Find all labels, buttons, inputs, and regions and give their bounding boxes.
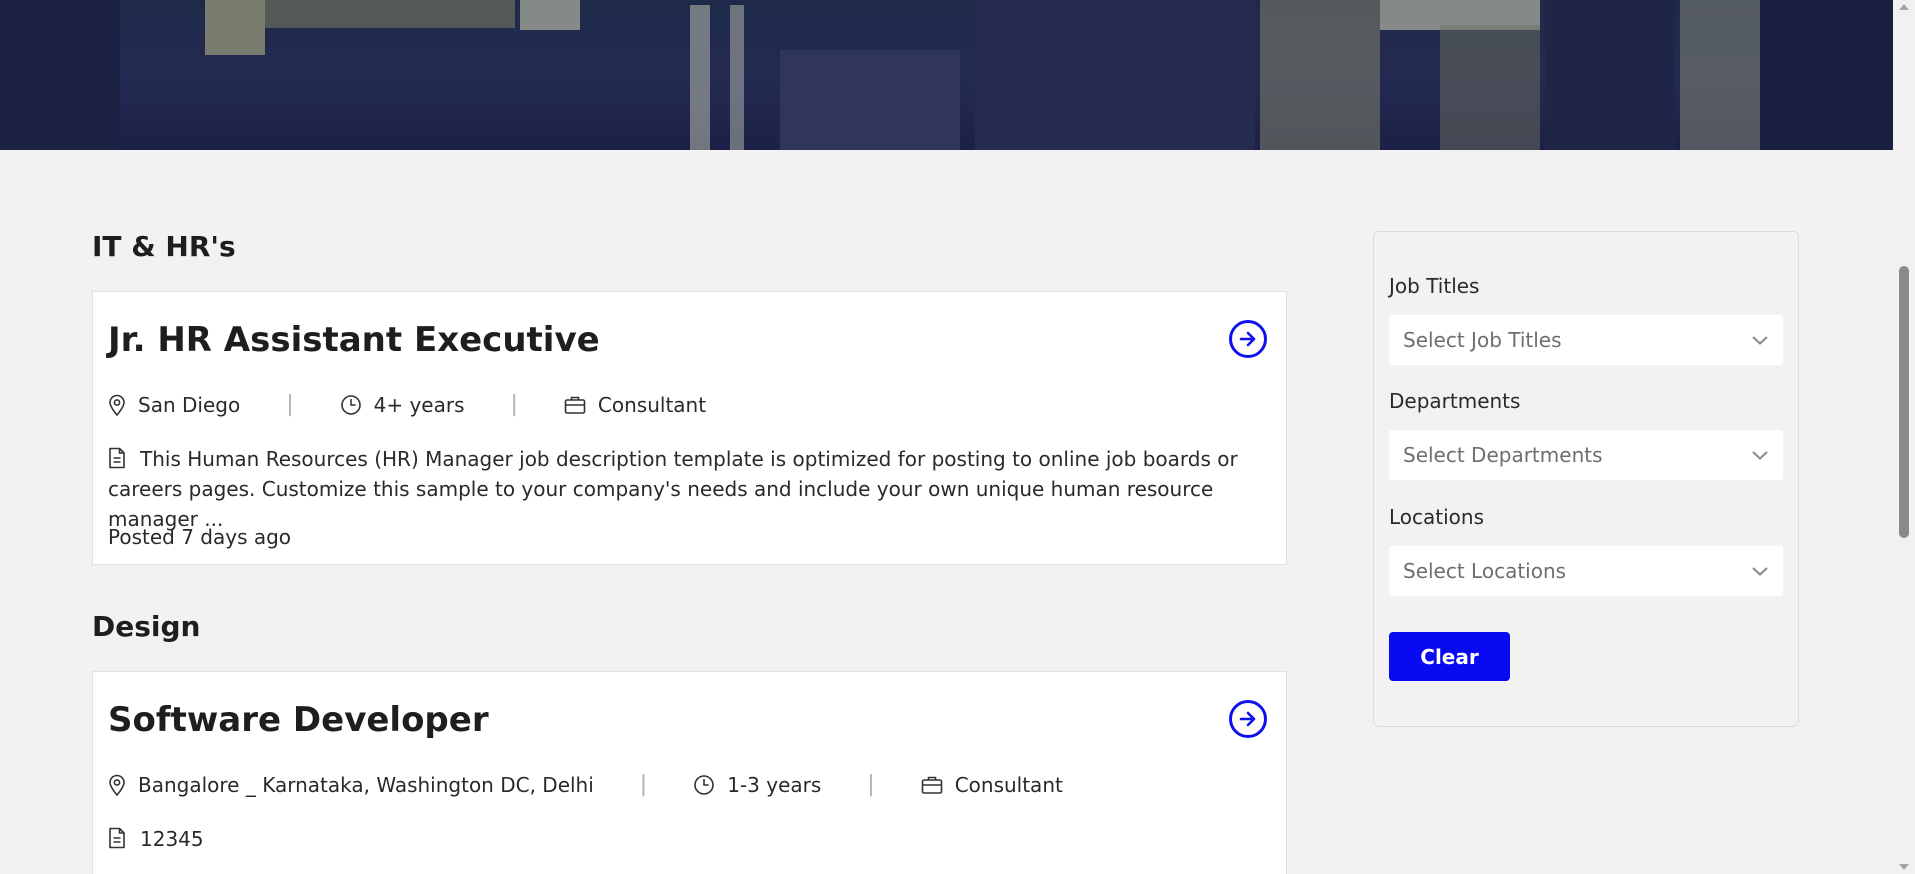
- job-titles-select[interactable]: Select Job Titles: [1389, 315, 1783, 365]
- job-experience-text: 4+ years: [373, 392, 465, 417]
- chevron-down-icon: [1752, 336, 1768, 345]
- briefcase-icon: [921, 776, 942, 794]
- job-location: San Diego: [108, 393, 240, 417]
- job-location-text: San Diego: [138, 392, 241, 417]
- job-experience: 1-3 years: [693, 773, 821, 797]
- divider: |: [639, 772, 648, 797]
- job-description: 12345: [108, 824, 1273, 854]
- scroll-down-icon[interactable]: [1899, 864, 1909, 870]
- job-description: This Human Resources (HR) Manager job de…: [108, 444, 1273, 534]
- job-type: Consultant: [564, 393, 706, 417]
- location-pin-icon: [109, 774, 125, 796]
- job-type-text: Consultant: [597, 392, 707, 417]
- filters-panel: Job Titles Select Job Titles Departments…: [1373, 231, 1799, 727]
- job-type-text: Consultant: [954, 772, 1063, 797]
- divider: |: [510, 392, 518, 417]
- job-title[interactable]: Software Developer: [108, 700, 489, 740]
- job-titles-label: Job Titles: [1389, 274, 1480, 298]
- scrollbar-thumb[interactable]: [1899, 266, 1909, 538]
- clock-icon: [340, 394, 361, 415]
- chevron-down-icon: [1752, 567, 1768, 576]
- divider: |: [286, 392, 294, 417]
- departments-label: Departments: [1389, 389, 1521, 413]
- document-icon: [109, 827, 125, 849]
- job-type: Consultant: [921, 773, 1063, 797]
- job-titles-placeholder: Select Job Titles: [1403, 328, 1562, 352]
- location-pin-icon: [109, 394, 125, 416]
- job-location-text: Bangalore _ Karnataka, Washington DC, De…: [138, 772, 594, 797]
- view-job-button[interactable]: [1229, 700, 1267, 738]
- hero-banner-image: [0, 0, 1893, 150]
- job-experience-text: 1-3 years: [727, 772, 822, 797]
- section-title: Design: [92, 610, 201, 643]
- briefcase-icon: [564, 396, 586, 414]
- job-description-text: This Human Resources (HR) Manager job de…: [108, 447, 1238, 531]
- chevron-down-icon: [1752, 451, 1768, 460]
- locations-placeholder: Select Locations: [1403, 559, 1567, 583]
- job-description-text: 12345: [140, 827, 204, 851]
- job-location: Bangalore _ Karnataka, Washington DC, De…: [108, 773, 594, 797]
- arrow-right-circle-icon: [1239, 711, 1256, 727]
- departments-select[interactable]: Select Departments: [1389, 430, 1783, 480]
- job-meta: Bangalore _ Karnataka, Washington DC, De…: [108, 772, 1063, 797]
- job-meta: San Diego | 4+ years | Consultant: [108, 392, 706, 417]
- job-card[interactable]: Jr. HR Assistant Executive San Diego | 4…: [92, 291, 1287, 565]
- job-experience: 4+ years: [340, 393, 465, 417]
- departments-placeholder: Select Departments: [1403, 443, 1603, 467]
- job-posted-date: Posted 7 days ago: [108, 525, 292, 549]
- scroll-up-icon[interactable]: [1899, 4, 1909, 10]
- clock-icon: [694, 774, 715, 795]
- job-card[interactable]: Software Developer Bangalore _ Karnataka…: [92, 671, 1287, 874]
- arrow-right-circle-icon: [1239, 331, 1256, 347]
- locations-select[interactable]: Select Locations: [1389, 546, 1783, 596]
- job-title[interactable]: Jr. HR Assistant Executive: [108, 320, 600, 360]
- clear-button[interactable]: Clear: [1389, 632, 1510, 681]
- section-title: IT & HR's: [92, 230, 236, 263]
- document-icon: [109, 447, 125, 469]
- divider: |: [867, 772, 875, 797]
- view-job-button[interactable]: [1229, 320, 1267, 358]
- locations-label: Locations: [1389, 505, 1485, 529]
- page-scrollbar[interactable]: [1893, 0, 1915, 874]
